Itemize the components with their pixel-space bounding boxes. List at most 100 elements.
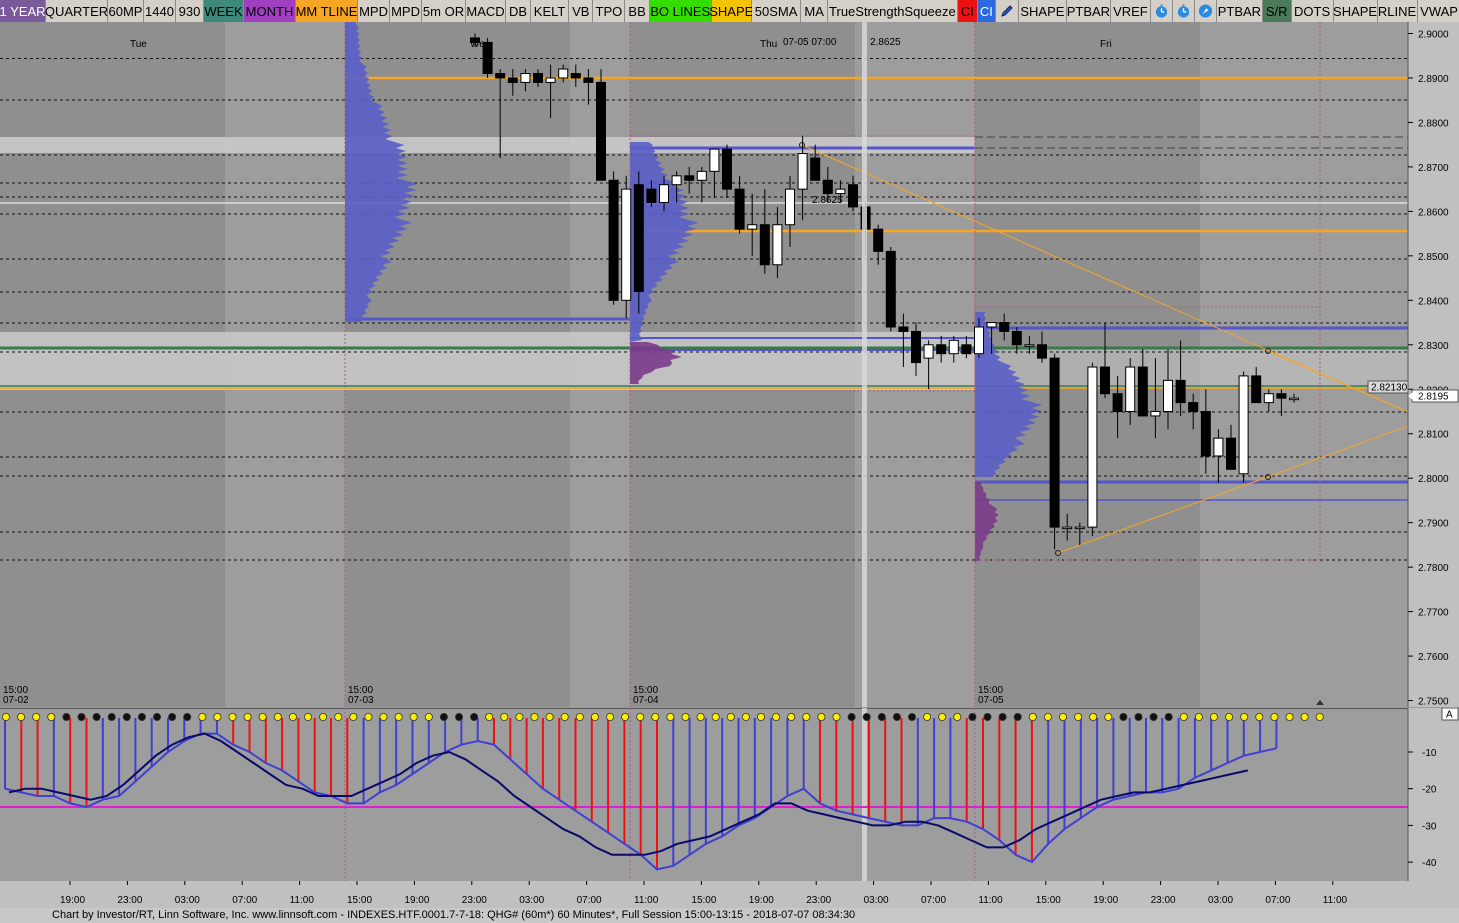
toolbar-button-12[interactable]: DB <box>506 0 532 22</box>
candle-body <box>1112 393 1123 412</box>
squeeze-dot <box>168 713 177 721</box>
indicator-tick-label: -30 <box>1422 821 1437 832</box>
toolbar-button-33[interactable]: DOTS <box>1291 0 1334 22</box>
candle-body <box>1200 410 1211 457</box>
cursor-price-readout: 2.8625 <box>870 37 901 48</box>
candle-body <box>822 179 833 195</box>
candle-body <box>1100 366 1110 395</box>
toolbar-button-1[interactable]: QUARTER <box>45 0 108 22</box>
toolbar-button-36[interactable]: VWAP <box>1417 0 1459 22</box>
squeeze-dot <box>1210 713 1219 721</box>
toolbar-stopwatch-icon-button[interactable] <box>1150 0 1173 22</box>
candle-body <box>1137 366 1148 417</box>
candle-body <box>507 77 518 83</box>
pencil-icon <box>1001 5 1013 17</box>
candle-body <box>1049 357 1060 528</box>
candle-body <box>659 184 669 203</box>
toolbar-button-31[interactable]: PTBAR <box>1216 0 1263 22</box>
candle-body <box>911 330 921 364</box>
time-tick-label: 23:00 <box>117 895 142 906</box>
candle-body <box>1226 437 1236 470</box>
time-tick-label: 23:00 <box>806 895 831 906</box>
toolbar-button-20[interactable]: MA <box>801 0 828 22</box>
price-tick-label: 2.7700 <box>1418 608 1449 619</box>
squeeze-dot <box>681 713 690 721</box>
indicator-panel[interactable]: -10 -20 -30 -40 A <box>0 708 1459 883</box>
sr-band <box>0 332 975 390</box>
candle-body <box>1289 397 1299 401</box>
candle <box>621 175 632 319</box>
toolbar-button-6[interactable]: MONTH <box>244 0 296 22</box>
toolbar-button-23[interactable]: CI <box>977 0 996 22</box>
candle-body <box>545 77 556 83</box>
squeeze-dot <box>590 713 599 721</box>
candle-body <box>1024 344 1035 347</box>
toolbar-pencil-icon-button[interactable] <box>995 0 1019 22</box>
time-tick-label: 19:00 <box>749 895 774 906</box>
toolbar-button-8[interactable]: MPD <box>358 0 390 22</box>
time-tick-label: 03:00 <box>175 895 200 906</box>
squeeze-dot <box>243 713 252 721</box>
toolbar-button-19[interactable]: 50SMA <box>751 0 802 22</box>
toolbar-button-35[interactable]: RLINE <box>1377 0 1418 22</box>
toolbar-button-15[interactable]: TPO <box>593 0 626 22</box>
rocket-icon <box>1198 4 1212 18</box>
toolbar-button-5[interactable]: WEEK <box>204 0 244 22</box>
toolbar-button-10[interactable]: 5m OR <box>422 0 466 22</box>
candle-body <box>1150 410 1161 417</box>
toolbar-stopwatch-icon-button[interactable] <box>1172 0 1195 22</box>
time-tick-label: 11:00 <box>634 895 659 906</box>
squeeze-dot <box>877 713 886 721</box>
candle-body <box>1238 375 1249 475</box>
squeeze-dot <box>92 713 101 721</box>
candle-body <box>633 184 644 292</box>
toolbar-button-3[interactable]: 1440 <box>144 0 176 22</box>
squeeze-dot <box>32 713 41 721</box>
price-tick-label: 2.8900 <box>1418 74 1449 85</box>
day-label: Fri <box>1100 39 1112 50</box>
toolbar-button-26[interactable]: PTBAR <box>1067 0 1111 22</box>
time-tick-label: 07:00 <box>1265 895 1290 906</box>
candle <box>1087 362 1098 537</box>
toolbar-button-13[interactable]: KELT <box>531 0 570 22</box>
toolbar-button-17[interactable]: BO LINES <box>649 0 712 22</box>
squeeze-dot <box>575 713 584 721</box>
toolbar-button-9[interactable]: MPD <box>390 0 422 22</box>
toolbar-button-25[interactable]: SHAPE <box>1018 0 1067 22</box>
toolbar-button-7[interactable]: MM TLINE <box>296 0 358 22</box>
squeeze-dot <box>757 713 766 721</box>
squeeze-dot <box>983 713 992 721</box>
squeeze-dot <box>530 713 539 721</box>
toolbar-button-34[interactable]: SHAPE <box>1333 0 1378 22</box>
squeeze-dot <box>1194 713 1203 721</box>
squeeze-dot <box>500 713 509 721</box>
candle <box>596 69 606 181</box>
candle-body <box>495 73 506 79</box>
squeeze-dot <box>515 713 524 721</box>
price-chart[interactable]: Tue We Thu Fri07-05 07:00 2.86252.862515:000… <box>0 22 1459 707</box>
candle-body <box>974 326 984 355</box>
toolbar-button-11[interactable]: MACD <box>466 0 506 22</box>
toolbar-button-32[interactable]: S/R <box>1262 0 1292 22</box>
time-tick-label: 11:00 <box>978 895 1003 906</box>
toolbar-rocket-icon-button[interactable] <box>1194 0 1217 22</box>
candle-body <box>1213 437 1224 457</box>
toolbar-button-0[interactable]: 1 YEAR <box>0 0 46 22</box>
squeeze-dot <box>485 713 494 721</box>
candle-body <box>898 326 909 332</box>
squeeze-dot <box>621 713 630 721</box>
toolbar-button-27[interactable]: VREF <box>1110 0 1151 22</box>
squeeze-dot <box>726 713 735 721</box>
candle-body <box>1062 526 1073 530</box>
squeeze-dot <box>470 713 479 721</box>
toolbar-button-14[interactable]: VB <box>569 0 594 22</box>
squeeze-dot <box>17 713 26 721</box>
squeeze-dot <box>1074 713 1083 721</box>
toolbar-button-16[interactable]: BB <box>625 0 650 22</box>
toolbar-button-2[interactable]: 60MP <box>108 0 144 22</box>
squeeze-dot <box>817 713 826 721</box>
toolbar-button-4[interactable]: 930 <box>176 0 204 22</box>
toolbar-button-22[interactable]: CI <box>957 0 978 22</box>
toolbar-button-21[interactable]: TrueStrengthSqueeze <box>827 0 958 22</box>
toolbar-button-18[interactable]: SHAPE <box>709 0 753 22</box>
